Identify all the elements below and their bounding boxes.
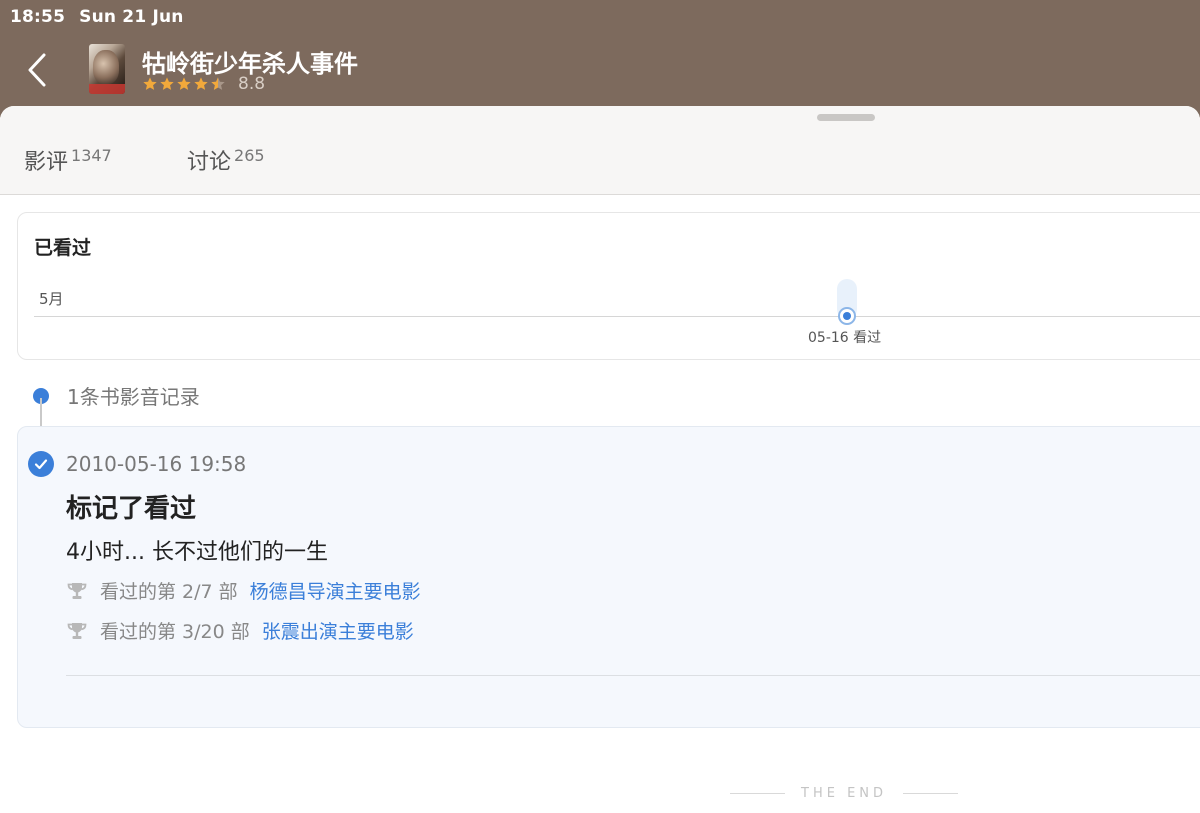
- end-marker: THE END: [730, 786, 959, 801]
- record-comment: 4小时... 长不过他们的一生: [66, 540, 328, 565]
- rating-value: 8.8: [238, 74, 266, 94]
- record-time: 2010-05-16 19:58: [66, 452, 247, 476]
- record-action: 标记了看过: [66, 494, 197, 524]
- tab-discussions[interactable]: 讨论 265: [187, 144, 265, 176]
- drag-handle[interactable]: [817, 114, 875, 121]
- director-films-link[interactable]: 杨德昌导演主要电影: [250, 577, 421, 604]
- tab-label: 讨论: [187, 150, 232, 175]
- achievement-item: 看过的第 3/20 部 张震出演主要电影: [66, 617, 414, 644]
- status-date: Sun 21 Jun: [79, 7, 184, 27]
- star-icon: [160, 77, 174, 90]
- achievement-item: 看过的第 2/7 部 杨德昌导演主要电影: [66, 577, 421, 604]
- status-bar: 18:55 Sun 21 Jun: [10, 6, 184, 28]
- timeline-marker[interactable]: [838, 307, 856, 325]
- tab-count: 1347: [71, 146, 112, 165]
- half-star-icon: [211, 77, 225, 90]
- month-label: 5月: [39, 290, 64, 308]
- tab-label: 影评: [24, 150, 69, 175]
- tab-reviews[interactable]: 影评 1347: [24, 144, 112, 176]
- check-circle-icon: [28, 451, 54, 477]
- record-divider: [66, 675, 1200, 676]
- movie-header: 18:55 Sun 21 Jun 牯岭街少年杀人事件 8.8: [0, 0, 1200, 118]
- detail-sheet: 影评 1347 讨论 265 已看过 5月 05-16 看过 1条书影音记录 2…: [0, 106, 1200, 813]
- status-time: 18:55: [10, 7, 66, 27]
- rating-row: 8.8: [142, 74, 265, 94]
- check-icon: [34, 459, 48, 470]
- record-count-row: 1条书影音记录: [33, 381, 200, 410]
- trophy-icon: [67, 622, 87, 639]
- trophy-icon: [67, 582, 87, 599]
- achievement-text: 看过的第 2/7 部: [100, 581, 238, 603]
- timeline-marker-label: 05-16 看过: [808, 330, 882, 346]
- end-text: THE END: [801, 786, 888, 801]
- achievement-text: 看过的第 3/20 部: [100, 621, 250, 643]
- actor-films-link[interactable]: 张震出演主要电影: [262, 617, 414, 644]
- record-count: 1条书影音记录: [67, 385, 200, 409]
- star-icon: [194, 77, 208, 90]
- rating-stars: [142, 76, 226, 92]
- star-icon: [143, 77, 157, 90]
- watched-card: 已看过 5月 05-16 看过: [17, 212, 1200, 360]
- watched-title: 已看过: [34, 237, 92, 259]
- star-icon: [177, 77, 191, 90]
- movie-poster[interactable]: [89, 44, 125, 94]
- timeline-axis: [34, 316, 1200, 317]
- tab-count: 265: [234, 146, 265, 165]
- back-button[interactable]: [22, 50, 52, 90]
- chevron-left-icon: [28, 53, 46, 87]
- tab-bar: 影评 1347 讨论 265: [0, 106, 1200, 195]
